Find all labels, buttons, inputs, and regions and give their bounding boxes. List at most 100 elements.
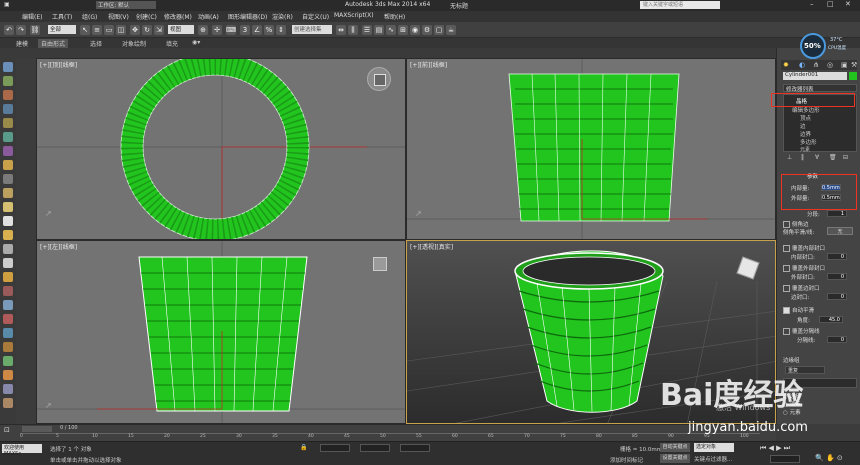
y-coord-field[interactable] <box>360 444 390 452</box>
stack-item[interactable]: 多边形 <box>800 138 817 146</box>
make-unique-icon[interactable]: ∀ <box>815 154 819 161</box>
segments-spinner[interactable]: 1 <box>827 210 847 217</box>
rendered-frame-icon[interactable]: ▢ <box>434 25 444 35</box>
select-object-icon[interactable]: ↖ <box>80 25 90 35</box>
shape-icon[interactable] <box>3 216 13 226</box>
helper-icon[interactable] <box>3 188 13 198</box>
menu-help[interactable]: 帮助(H) <box>384 12 405 21</box>
redo-icon[interactable]: ↷ <box>16 25 26 35</box>
menu-modifiers[interactable]: 修改器(M) <box>164 12 192 21</box>
add-time-tag[interactable]: 添加时间标记 <box>610 456 643 464</box>
box-icon[interactable] <box>3 90 13 100</box>
maximize-button[interactable]: □ <box>827 0 834 8</box>
curve-editor-icon[interactable]: ∿ <box>386 25 396 35</box>
motion-tab-icon[interactable]: ◎ <box>827 61 833 69</box>
menu-animation[interactable]: 动画(A) <box>198 12 219 21</box>
schematic-view-icon[interactable]: ⊞ <box>398 25 408 35</box>
bone-icon[interactable] <box>3 286 13 296</box>
menu-rendering[interactable]: 渲染(R) <box>272 12 293 21</box>
cone-icon[interactable] <box>3 146 13 156</box>
ik-icon[interactable] <box>3 314 13 324</box>
light-icon[interactable] <box>3 160 13 170</box>
cap-none-button[interactable]: 无 <box>827 227 853 235</box>
keyboard-shortcut-icon[interactable]: ⌨ <box>226 25 236 35</box>
align-icon[interactable]: ⫼ <box>348 25 358 35</box>
auto-smooth-checkbox[interactable]: 自动平滑 <box>783 306 814 314</box>
menu-customize[interactable]: 自定义(U) <box>302 12 329 21</box>
key-filters-button[interactable]: 关键点过滤器... <box>694 455 732 463</box>
close-button[interactable]: ✕ <box>845 0 851 8</box>
render-setup-icon[interactable]: ⚙ <box>422 25 432 35</box>
display-icon[interactable] <box>3 356 13 366</box>
show-end-result-icon[interactable]: ‖ <box>801 154 804 161</box>
lock-icon[interactable]: 🔒 <box>300 444 307 451</box>
maxscript-listener[interactable]: 欢迎使用 MAXSc <box>2 444 42 457</box>
configure-sets-icon[interactable]: ⊟ <box>843 154 848 161</box>
hierarchy-tab-icon[interactable]: ⋔ <box>813 61 819 69</box>
utilities-tab-icon[interactable]: ⚒ <box>851 61 857 69</box>
hierarchy-icon[interactable] <box>3 328 13 338</box>
menu-edit[interactable]: 编辑(E) <box>22 12 42 21</box>
selection-filter-dropdown[interactable]: 全部 <box>48 25 76 34</box>
viewport-left[interactable]: [+][左][线框] ↗ <box>36 240 406 424</box>
override-separator-checkbox[interactable]: 覆盖分隔线 <box>783 327 820 335</box>
window-crossing-icon[interactable]: ◫ <box>116 25 126 35</box>
object-name-field[interactable]: Cylinder001 <box>783 72 847 80</box>
undo-icon[interactable]: ↶ <box>4 25 14 35</box>
remove-modifier-icon[interactable]: 🗑 <box>829 154 837 161</box>
pin-stack-icon[interactable]: ⊥ <box>787 154 792 161</box>
stack-item[interactable]: 顶点 <box>800 114 811 122</box>
override-edge-cap-checkbox[interactable]: 覆盖边封口 <box>783 284 820 292</box>
rect-selection-icon[interactable]: ▭ <box>104 25 114 35</box>
z-coord-field[interactable] <box>400 444 430 452</box>
menu-maxscript[interactable]: MAXScript(X) <box>334 12 374 19</box>
cylinder-icon[interactable] <box>3 104 13 114</box>
set-key-button[interactable]: 设置关键点 <box>660 454 690 463</box>
percent-snap-icon[interactable]: % <box>264 25 274 35</box>
angle-snap-icon[interactable]: ∠ <box>252 25 262 35</box>
create-tab-icon[interactable]: ✹ <box>783 61 789 69</box>
reference-coord-dropdown[interactable]: 视图 <box>168 25 194 34</box>
separator-spinner[interactable]: 0 <box>827 336 847 343</box>
graphite-toggle-icon[interactable]: ▤ <box>374 25 384 35</box>
workspace-dropdown[interactable]: 工作区: 默认 <box>96 1 156 9</box>
scale-icon[interactable]: ⇲ <box>154 25 164 35</box>
tab-modeling[interactable]: 建模 <box>16 39 28 48</box>
particle-icon[interactable] <box>3 272 13 282</box>
selected-dropdown[interactable]: 选定对象 <box>694 443 734 452</box>
current-frame-field[interactable] <box>770 455 800 463</box>
tab-freeform[interactable]: 自由形式 <box>38 39 69 48</box>
angle-spinner[interactable]: 45.0 <box>819 316 843 323</box>
menu-graph-editors[interactable]: 图形编辑器(D) <box>228 12 267 21</box>
select-manipulate-icon[interactable]: ✢ <box>212 25 222 35</box>
play-controls-icon[interactable]: ⏮ ◀ ▶ ⏭ <box>760 444 790 453</box>
viewcube-icon[interactable] <box>373 257 387 271</box>
menu-view[interactable]: 视图(V) <box>108 12 129 21</box>
tab-selection[interactable]: 选择 <box>90 39 102 48</box>
inner-cap-spinner[interactable]: 0 <box>827 253 847 260</box>
rotate-icon[interactable]: ↻ <box>142 25 152 35</box>
modifier-list-dropdown[interactable]: 修改器列表 <box>783 84 857 93</box>
search-input[interactable]: 键入关键字或短语 <box>640 1 720 9</box>
viewport-front[interactable]: [+][前][线框] ↗ <box>406 58 776 240</box>
spacewarp-icon[interactable] <box>3 202 13 212</box>
layer-manager-icon[interactable]: ☰ <box>362 25 372 35</box>
move-icon[interactable]: ✥ <box>130 25 140 35</box>
motion-icon[interactable] <box>3 342 13 352</box>
snap-toggle-icon[interactable]: 3 <box>240 25 250 35</box>
pivot-center-icon[interactable]: ⊕ <box>198 25 208 35</box>
display-tab-icon[interactable]: ▣ <box>841 61 848 69</box>
figure-icon[interactable] <box>3 398 13 408</box>
zoom-icon[interactable]: 🔍 ✋ ⊙ <box>815 454 843 462</box>
sun-icon[interactable] <box>3 230 13 240</box>
viewport-top[interactable]: [+][顶][线框] ↗ <box>36 58 406 240</box>
mini-curve-editor-icon[interactable]: ⊡ <box>4 426 10 434</box>
named-selection-dropdown[interactable]: 创建选择集 <box>292 25 332 34</box>
stack-item[interactable]: 编辑多边形 <box>792 106 820 114</box>
stack-item[interactable]: 边 <box>800 122 806 130</box>
teapot-icon[interactable] <box>3 132 13 142</box>
ribbon-options-icon[interactable]: ◉▾ <box>192 39 200 46</box>
override-outer-cap-checkbox[interactable]: 覆盖外部封口 <box>783 264 825 272</box>
tab-populate[interactable]: 填充 <box>166 39 178 48</box>
app-menu-icon[interactable]: ▣ <box>4 1 10 8</box>
